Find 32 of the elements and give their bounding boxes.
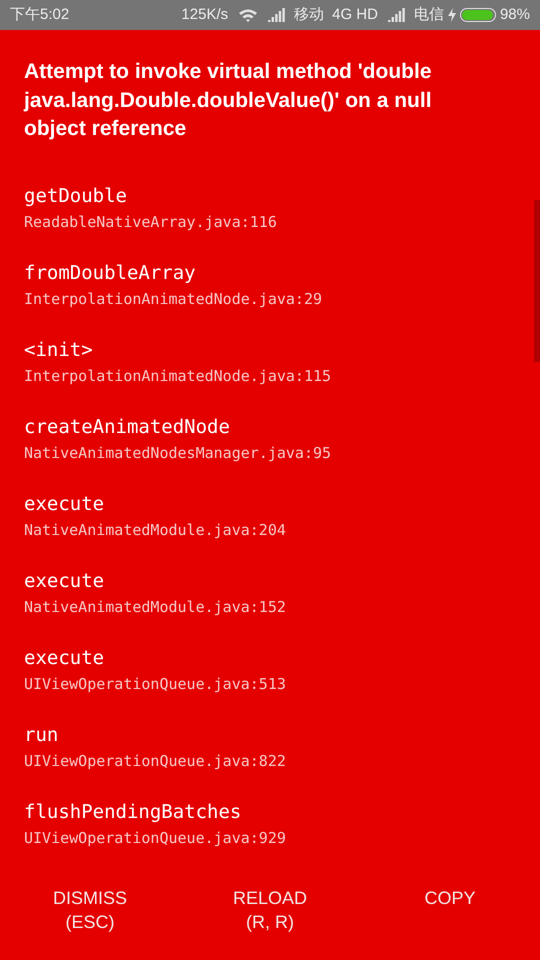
error-message: Attempt to invoke virtual method 'double java.lang.Double.doubleValue()' on a null object reference xyxy=(24,59,433,142)
clock: 下午5:02 xyxy=(10,4,70,25)
stack-location: UIViewOperationQueue.java:822 xyxy=(24,750,287,772)
stack-method: execute xyxy=(24,646,106,670)
stack-method: execute xyxy=(24,568,106,594)
stack-location: NativeAnimatedModule.java:152 xyxy=(24,596,287,618)
stack-method: run xyxy=(24,722,60,748)
battery-percent: 98% xyxy=(500,4,530,25)
stack-location: ReadableNativeArray.java:116 xyxy=(24,212,278,232)
stack-method: execute xyxy=(24,492,106,516)
charging-icon xyxy=(448,8,456,22)
wifi-icon xyxy=(238,8,258,22)
stack-location: NativeAnimatedModule.java:204 xyxy=(24,520,287,540)
carrier-label: 电信 xyxy=(414,4,444,25)
action-button[interactable]: RELOAD (R, R) xyxy=(222,886,318,934)
stack-location: NativeAnimatedNodesManager.java:95 xyxy=(24,442,332,464)
action-button[interactable]: COPY xyxy=(414,886,486,910)
carrier-label: 移动 xyxy=(294,4,324,25)
stack-method: <init> xyxy=(24,338,94,362)
stack-location: UIViewOperationQueue.java:513 xyxy=(24,674,287,694)
stack-method: fromDoubleArray xyxy=(24,260,197,286)
stack-method: createAnimatedNode xyxy=(24,414,231,440)
network-type: 4G HD xyxy=(332,4,378,25)
signal-icon xyxy=(388,8,406,22)
signal-icon xyxy=(268,8,286,22)
stack-method: getDouble xyxy=(24,184,128,208)
stack-location: InterpolationAnimatedNode.java:29 xyxy=(24,288,324,310)
stack-location: UIViewOperationQueue.java:929 xyxy=(24,828,287,848)
stack-method: flushPendingBatches xyxy=(24,800,242,824)
action-button[interactable]: DISMISS (ESC) xyxy=(42,886,137,934)
stack-location: InterpolationAnimatedNode.java:115 xyxy=(24,366,332,386)
network-speed: 125K/s xyxy=(181,4,228,25)
